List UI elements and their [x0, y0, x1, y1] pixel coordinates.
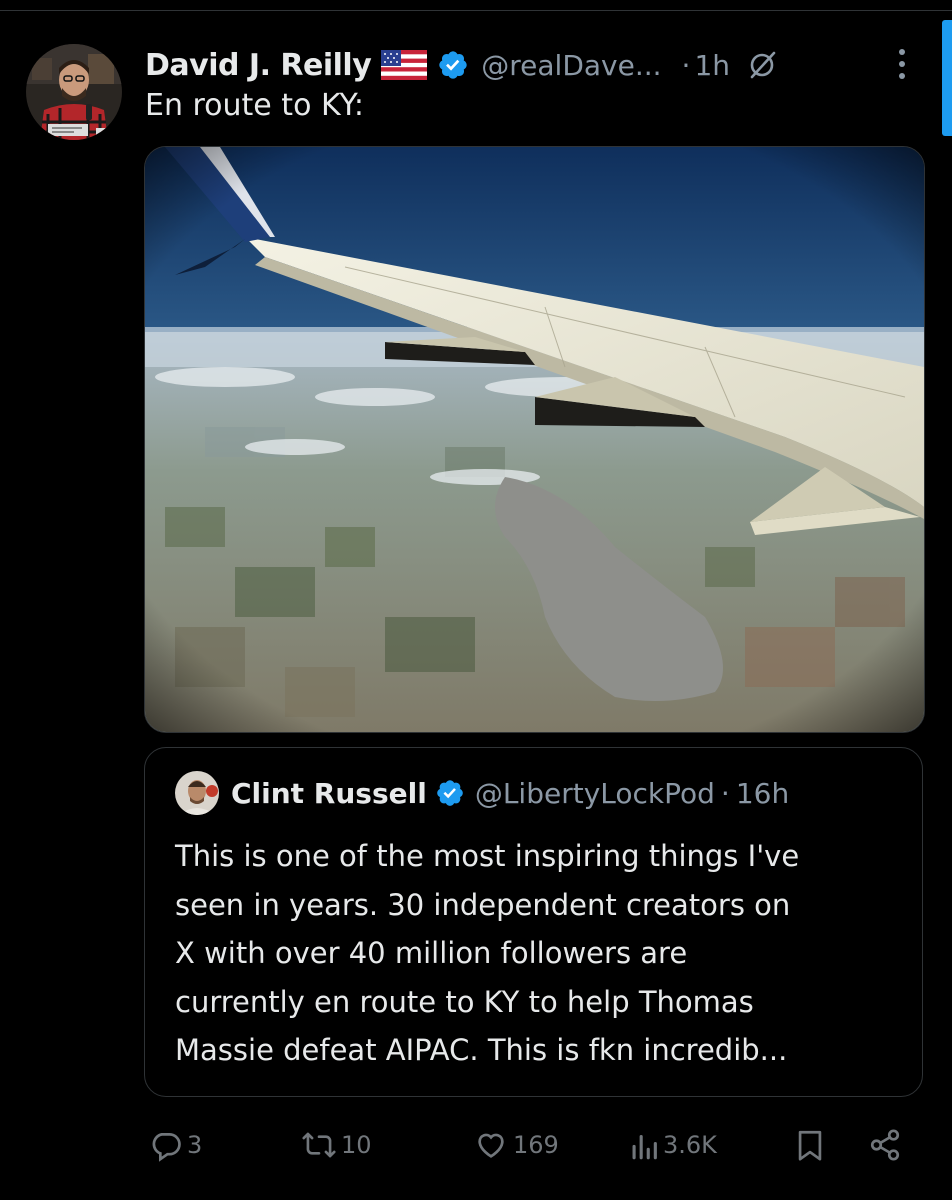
repost-button[interactable]: 10	[297, 1120, 372, 1170]
author-avatar[interactable]	[26, 44, 122, 140]
reply-button[interactable]: 3	[145, 1120, 202, 1170]
reply-count: 3	[187, 1131, 203, 1159]
more-options-icon[interactable]	[896, 46, 908, 82]
tweet-text: En route to KY:	[145, 88, 365, 123]
tweet-action-bar: 3 10 169 3.6K	[145, 1120, 915, 1170]
quote-text-line: seen in years. 30 independent creators o…	[175, 887, 791, 922]
grok-icon[interactable]	[746, 49, 778, 81]
quote-text: This is one of the most inspiring things…	[175, 832, 905, 1075]
quote-header: Clint Russell @LibertyLockPod · 16h	[175, 768, 789, 818]
quote-author-avatar[interactable]	[175, 771, 219, 815]
verified-badge-icon[interactable]	[437, 49, 469, 81]
quote-author-name[interactable]: Clint Russell	[231, 777, 427, 810]
header-separator: ·	[681, 48, 691, 82]
quote-text-line: currently en route to KY to help Thomas	[175, 984, 754, 1019]
quote-time[interactable]: 16h	[736, 777, 789, 810]
quote-verified-badge-icon	[435, 778, 465, 808]
quote-text-line: Massie defeat AIPAC. This is fkn incredi…	[175, 1033, 788, 1067]
repost-icon	[301, 1128, 337, 1162]
bookmark-icon	[795, 1128, 825, 1162]
views-count: 3.6K	[663, 1131, 717, 1159]
post-time[interactable]: 1h	[694, 49, 730, 82]
bookmark-button[interactable]	[791, 1120, 825, 1170]
author-handle[interactable]: @realDave...	[481, 49, 661, 82]
quote-author-handle[interactable]: @LibertyLockPod	[475, 777, 715, 810]
share-button[interactable]	[863, 1120, 903, 1170]
top-divider	[0, 10, 952, 11]
views-button[interactable]: 3.6K	[625, 1120, 717, 1170]
us-flag-icon	[381, 50, 428, 80]
tweet-media-image[interactable]	[144, 146, 925, 733]
like-button[interactable]: 169	[469, 1120, 559, 1170]
scroll-indicator	[942, 20, 952, 136]
heart-icon	[473, 1128, 509, 1162]
author-name[interactable]: David J. Reilly	[145, 48, 372, 83]
reply-icon	[149, 1128, 183, 1162]
quote-text-line: X with over 40 million followers are	[175, 936, 688, 970]
repost-count: 10	[341, 1131, 372, 1159]
like-count: 169	[513, 1131, 559, 1159]
quote-separator: ·	[720, 776, 730, 810]
views-chart-icon	[629, 1128, 659, 1162]
quote-text-line: This is one of the most inspiring things…	[175, 839, 800, 873]
quoted-tweet[interactable]: Clint Russell @LibertyLockPod · 16h This…	[144, 747, 923, 1097]
share-icon	[867, 1128, 903, 1162]
tweet-header: David J. Reilly @realDave... · 1h	[145, 40, 925, 90]
